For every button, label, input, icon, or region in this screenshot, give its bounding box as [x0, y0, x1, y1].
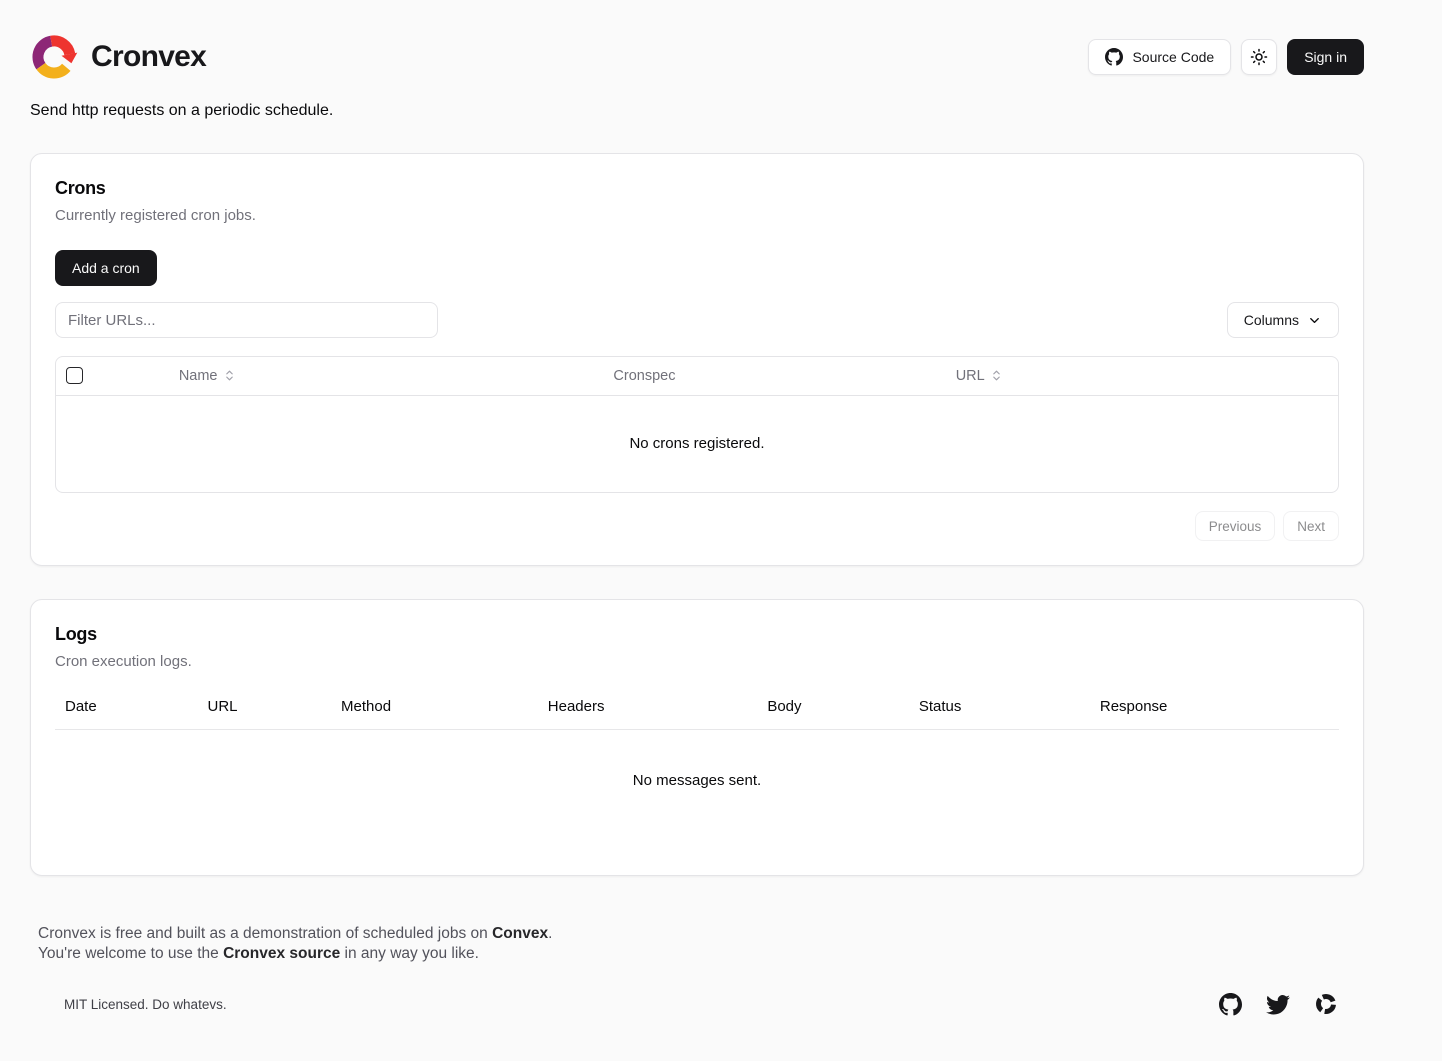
- footer-bottom: MIT Licensed. Do whatevs.: [38, 992, 1364, 1016]
- source-code-button[interactable]: Source Code: [1088, 39, 1231, 75]
- logs-empty-row: No messages sent.: [55, 730, 1339, 852]
- tagline: Send http requests on a periodic schedul…: [30, 102, 1364, 120]
- logs-description: Cron execution logs.: [55, 653, 1339, 670]
- logs-card: Logs Cron execution logs. Date URL Metho…: [30, 599, 1364, 876]
- logs-header-row: Date URL Method Headers Body Status Resp…: [55, 692, 1339, 730]
- footer-line-2: You're welcome to use the Cronvex source…: [38, 944, 1364, 964]
- sort-chevrons-icon: [223, 369, 236, 382]
- columns-dropdown-button[interactable]: Columns: [1227, 302, 1339, 338]
- filter-urls-input[interactable]: [55, 302, 438, 338]
- name-column-label: Name: [179, 368, 218, 384]
- chevron-down-icon: [1307, 313, 1322, 328]
- app-title: Cronvex: [91, 40, 206, 74]
- sign-in-button[interactable]: Sign in: [1287, 39, 1364, 75]
- crons-toolbar: Columns: [55, 302, 1339, 338]
- crons-empty-message: No crons registered.: [56, 395, 1338, 492]
- select-all-checkbox[interactable]: [66, 367, 83, 384]
- social-links: [1219, 992, 1338, 1016]
- header-actions: Source Code Sign in: [1088, 39, 1364, 75]
- add-cron-button[interactable]: Add a cron: [55, 250, 157, 286]
- top-bar: Cronvex Source Code Sign in: [30, 0, 1364, 81]
- footer-line-1: Cronvex is free and built as a demonstra…: [38, 924, 1364, 944]
- footer: Cronvex is free and built as a demonstra…: [30, 924, 1364, 1016]
- github-icon: [1105, 48, 1123, 66]
- license-text: MIT Licensed. Do whatevs.: [64, 997, 227, 1012]
- crons-header-row: Name Cronspec: [56, 357, 1338, 395]
- footer-text: in any way you like.: [340, 945, 479, 962]
- convex-link[interactable]: Convex: [492, 925, 548, 942]
- convex-icon: [1314, 992, 1338, 1016]
- next-page-button[interactable]: Next: [1283, 511, 1339, 541]
- url-column-label: URL: [956, 368, 985, 384]
- brand: Cronvex: [30, 33, 206, 81]
- logs-column-status: Status: [909, 692, 1090, 730]
- logs-table: Date URL Method Headers Body Status Resp…: [55, 692, 1339, 851]
- column-header-cronspec: Cronspec: [603, 357, 945, 395]
- logs-column-body: Body: [757, 692, 909, 730]
- crons-pagination: Previous Next: [55, 511, 1339, 541]
- crons-description: Currently registered cron jobs.: [55, 207, 1339, 224]
- source-code-label: Source Code: [1132, 49, 1214, 65]
- twitter-icon: [1266, 992, 1290, 1016]
- twitter-link[interactable]: [1266, 992, 1290, 1016]
- footer-text: You're welcome to use the: [38, 945, 223, 962]
- sun-icon: [1250, 48, 1268, 66]
- theme-toggle-button[interactable]: [1241, 39, 1277, 75]
- columns-label: Columns: [1244, 312, 1299, 328]
- column-header-url[interactable]: URL: [946, 357, 1338, 395]
- cronvex-source-link[interactable]: Cronvex source: [223, 945, 340, 962]
- cronvex-logo-icon: [30, 33, 78, 81]
- logs-column-url: URL: [198, 692, 332, 730]
- footer-text: Cronvex is free and built as a demonstra…: [38, 925, 492, 942]
- previous-page-button[interactable]: Previous: [1195, 511, 1276, 541]
- github-icon: [1219, 993, 1242, 1016]
- logs-column-headers: Headers: [538, 692, 758, 730]
- logs-empty-message: No messages sent.: [55, 730, 1339, 852]
- crons-title: Crons: [55, 178, 1339, 199]
- logs-column-date: Date: [55, 692, 198, 730]
- crons-card: Crons Currently registered cron jobs. Ad…: [30, 153, 1364, 566]
- logs-column-method: Method: [331, 692, 538, 730]
- cronspec-column-label: Cronspec: [613, 368, 675, 384]
- github-link[interactable]: [1219, 993, 1242, 1016]
- column-header-name[interactable]: Name: [169, 357, 604, 395]
- convex-link-icon[interactable]: [1314, 992, 1338, 1016]
- crons-empty-row: No crons registered.: [56, 395, 1338, 492]
- logs-column-response: Response: [1090, 692, 1339, 730]
- sort-chevrons-icon: [990, 369, 1003, 382]
- crons-table: Name Cronspec: [55, 356, 1339, 493]
- logs-title: Logs: [55, 624, 1339, 645]
- footer-text: .: [548, 925, 552, 942]
- page: Cronvex Source Code Sign in Send http re…: [30, 0, 1364, 1016]
